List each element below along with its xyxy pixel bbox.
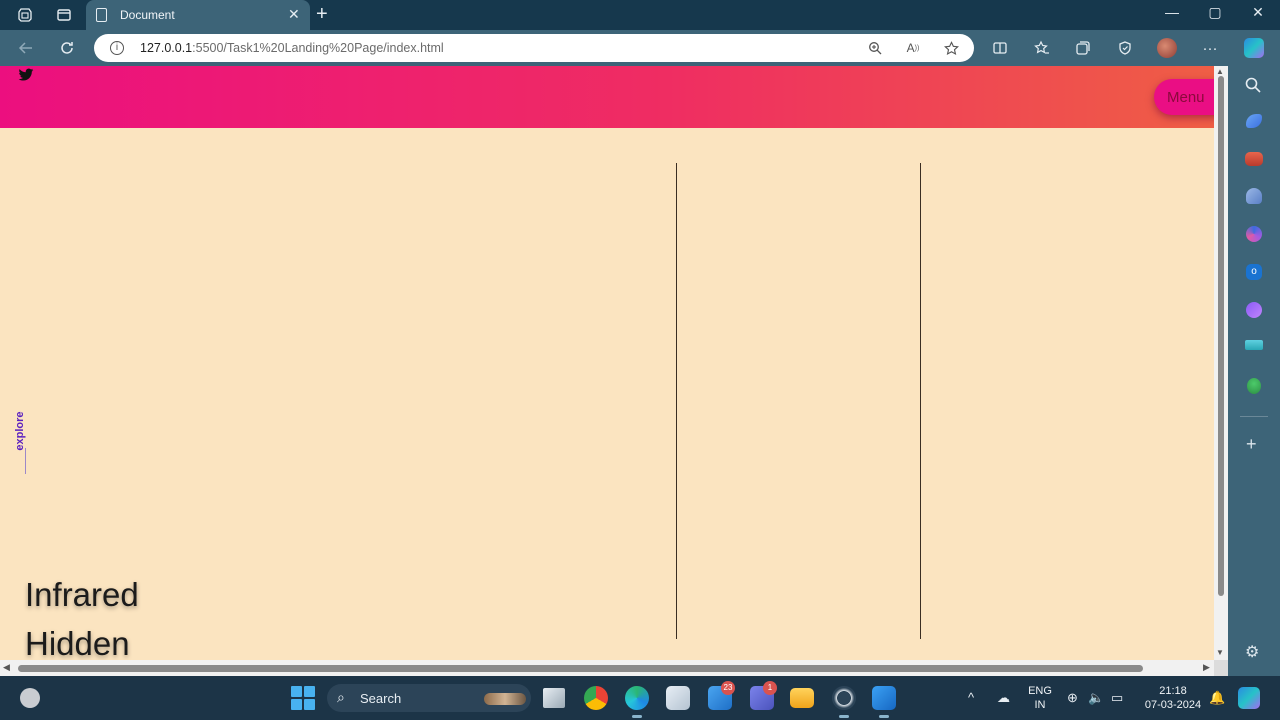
tray-overflow-chevron-icon[interactable]: ^ [968,690,974,705]
taskbar-search-label: Search [360,691,402,706]
heading-infrared: Infrared [25,576,139,613]
edge-sidebar: o + ⚙ [1228,30,1280,676]
search-highlight-image [484,693,526,705]
header-gradient-band: Menu [0,66,1214,128]
scroll-down-arrow-icon[interactable]: ▼ [1216,648,1224,657]
edge-active-indicator [632,715,642,718]
clock-time: 21:18 [1159,685,1187,697]
workspaces-icon[interactable] [14,5,36,25]
tree-icon[interactable] [1247,378,1261,394]
scroll-right-arrow-icon[interactable]: ▶ [1203,662,1210,673]
taskbar-search[interactable]: ⌕ Search [327,684,531,712]
vscode-active-indicator [879,715,889,718]
search-icon: ⌕ [337,689,345,705]
clock[interactable]: 21:18 07-03-2024 [1138,684,1208,712]
tools-icon[interactable] [1245,152,1263,166]
recorder-icon[interactable] [832,686,856,710]
horizontal-scroll-thumb[interactable] [18,665,1143,672]
menu-button[interactable]: Menu [1154,79,1214,115]
page-viewport: Menu explore Infrared Hidden [0,66,1214,660]
sidebar-divider [1240,416,1268,417]
refresh-icon[interactable] [57,38,77,58]
vertical-scrollbar[interactable]: ▲ ▼ [1214,66,1228,660]
windows-taskbar: ⌕ Search 23 1 ^ ☁ ENG IN ⊕ 🔈 ▭ 21:18 07-… [0,676,1280,720]
games-icon[interactable] [1246,188,1262,204]
page-icon [96,8,107,22]
vertical-divider [676,163,677,639]
new-tab-button[interactable]: + [316,3,328,26]
favorite-star-icon[interactable] [942,39,960,57]
profile-avatar[interactable] [1157,38,1177,58]
browser-essentials-icon[interactable] [1115,38,1135,58]
close-window-button[interactable]: ✕ [1238,4,1278,21]
tab-title: Document [120,8,175,22]
zoom-icon[interactable] [866,39,884,57]
minimize-button[interactable]: — [1152,4,1192,20]
read-aloud-icon[interactable]: A)) [904,39,922,57]
favorites-icon[interactable] [1032,38,1052,58]
horizontal-scrollbar[interactable]: ◀ ▶ [0,660,1214,676]
recorder-active-indicator [839,715,849,718]
scrollbar-corner [1214,660,1228,676]
edge-icon[interactable] [625,686,649,710]
collections-icon[interactable] [1073,38,1093,58]
chrome-icon[interactable] [584,686,608,710]
sidebar-settings-icon[interactable]: ⚙ [1245,642,1259,662]
task-view-icon[interactable] [543,688,565,708]
tab-actions-icon[interactable] [53,5,75,25]
teams-badge: 1 [763,681,777,695]
vertical-scroll-thumb[interactable] [1218,76,1224,596]
scroll-left-arrow-icon[interactable]: ◀ [3,662,10,673]
volume-icon[interactable]: 🔈 [1088,690,1104,706]
url-text[interactable]: 127.0.0.1:5500/Task1%20Landing%20Page/in… [140,41,444,55]
send-icon[interactable] [1245,340,1263,350]
start-button[interactable] [291,686,315,710]
explore-line [25,448,26,474]
tab-close-button[interactable]: ✕ [288,6,300,23]
tab-document[interactable]: Document ✕ [86,0,310,30]
twitter-icon[interactable] [18,68,34,82]
more-options-icon[interactable]: ··· [1200,38,1220,58]
notification-bell-icon[interactable]: 🔔 [1209,690,1225,706]
microsoft-365-icon[interactable] [1246,226,1262,242]
search-icon[interactable] [1244,76,1264,96]
back-arrow-icon[interactable] [16,38,36,58]
network-globe-icon[interactable]: ⊕ [1067,690,1078,706]
site-info-icon[interactable]: i [110,41,124,55]
heading-hidden: Hidden [25,625,130,660]
language-indicator[interactable]: ENG IN [1024,684,1056,712]
address-bar[interactable]: i 127.0.0.1:5500/Task1%20Landing%20Page/… [94,34,974,62]
clock-date: 07-03-2024 [1144,699,1202,711]
copilot-taskbar-icon[interactable] [1238,687,1260,709]
copilot-icon[interactable] [1244,38,1264,58]
maximize-button[interactable]: ▢ [1195,4,1235,21]
vscode-icon[interactable] [872,686,896,710]
vertical-divider [920,163,921,639]
shopping-tag-icon[interactable] [1246,114,1262,128]
onedrive-cloud-icon[interactable]: ☁ [997,690,1010,706]
battery-icon[interactable]: ▭ [1111,690,1123,706]
outlook-icon[interactable]: o [1246,264,1262,280]
store-icon[interactable] [666,686,690,710]
browser-tab-strip: Document ✕ + — ▢ ✕ [0,0,1280,30]
browser-toolbar: i 127.0.0.1:5500/Task1%20Landing%20Page/… [0,30,1228,66]
mail-badge: 23 [721,681,735,695]
split-screen-icon[interactable] [990,38,1010,58]
scroll-up-arrow-icon[interactable]: ▲ [1216,67,1224,76]
add-sidebar-app-icon[interactable]: + [1246,434,1257,455]
explore-label[interactable]: explore [10,411,30,451]
file-explorer-icon[interactable] [790,688,814,708]
designer-icon[interactable] [1246,302,1262,318]
weather-icon[interactable] [20,688,40,708]
menu-label: Menu [1167,89,1205,106]
